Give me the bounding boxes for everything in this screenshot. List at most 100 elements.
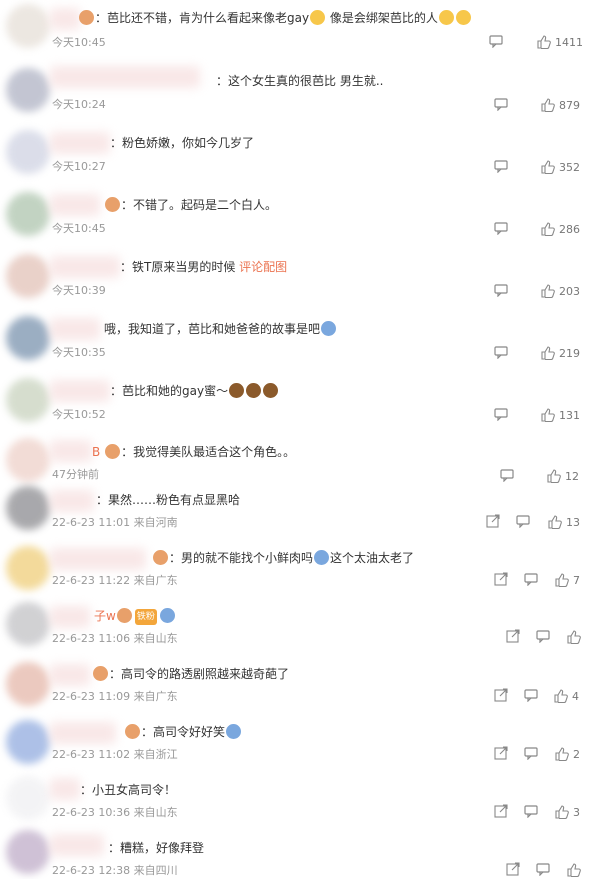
comment-text: B ：我觉得美队最适合这个角色。。 — [92, 444, 296, 459]
share-button[interactable] — [494, 572, 508, 586]
avatar[interactable] — [6, 662, 50, 706]
comment-image-link[interactable]: 评论配图 — [239, 260, 287, 274]
reply-button[interactable] — [524, 746, 538, 760]
comment-bubble-icon — [494, 345, 508, 359]
avatar[interactable] — [6, 486, 50, 530]
username-blurred[interactable] — [50, 490, 94, 512]
comment-bubble-icon — [524, 688, 538, 702]
username-blurred[interactable] — [50, 778, 80, 800]
like-button[interactable]: 2 — [555, 747, 580, 761]
share-button[interactable] — [506, 862, 520, 876]
avatar[interactable] — [6, 4, 50, 48]
like-button[interactable] — [567, 863, 581, 877]
comment-bubble-icon — [500, 468, 514, 482]
username-blurred[interactable] — [50, 606, 90, 628]
comment-row: ：高司令的路透剧照越来越奇葩了 22-6-23 11:09 来自广东 4 — [0, 656, 600, 714]
username-blurred[interactable] — [50, 548, 146, 570]
comment-bubble-icon — [494, 283, 508, 297]
username-blurred[interactable] — [50, 834, 104, 856]
username-blurred[interactable] — [50, 8, 80, 30]
like-button[interactable]: 352 — [541, 160, 580, 174]
username-blurred[interactable] — [50, 194, 100, 216]
share-button[interactable] — [494, 746, 508, 760]
like-count: 352 — [559, 160, 580, 174]
username-blurred[interactable] — [50, 256, 120, 278]
reply-button[interactable] — [524, 688, 538, 702]
reply-button[interactable] — [494, 407, 508, 421]
username-blurred[interactable] — [50, 66, 200, 88]
like-button[interactable]: 286 — [541, 222, 580, 236]
avatar[interactable] — [6, 254, 50, 298]
reply-button[interactable] — [494, 345, 508, 359]
avatar[interactable] — [6, 130, 50, 174]
avatar[interactable] — [6, 316, 50, 360]
avatar[interactable] — [6, 378, 50, 422]
reply-button[interactable] — [494, 97, 508, 111]
comment-row: 哦，我知道了，芭比和她爸爸的故事是吧 今天10:35 219 — [0, 310, 600, 372]
reply-button[interactable] — [489, 34, 503, 48]
thumbs-up-icon — [567, 630, 581, 644]
avatar[interactable] — [6, 720, 50, 764]
share-button[interactable] — [486, 514, 500, 528]
reply-button[interactable] — [494, 159, 508, 173]
comment-time: 今天10:27 — [52, 160, 106, 173]
fan-badge-icon — [105, 197, 120, 212]
comment-text: 哦，我知道了，芭比和她爸爸的故事是吧 — [104, 321, 337, 337]
reply-button[interactable] — [524, 572, 538, 586]
reply-button[interactable] — [516, 514, 530, 528]
thumbs-up-icon — [548, 515, 562, 529]
comment-row: 子w 铁粉 22-6-23 11:06 来自山东 — [0, 598, 600, 656]
reply-button[interactable] — [494, 221, 508, 235]
comment-bubble-icon — [524, 804, 538, 818]
reply-button[interactable] — [524, 804, 538, 818]
like-button[interactable]: 219 — [541, 346, 580, 360]
like-button[interactable] — [567, 630, 581, 644]
share-button[interactable] — [506, 629, 520, 643]
avatar[interactable] — [6, 776, 50, 820]
share-button[interactable] — [494, 688, 508, 702]
username-blurred[interactable] — [50, 722, 116, 744]
username-blurred[interactable] — [50, 440, 92, 462]
like-button[interactable]: 1411 — [537, 35, 583, 49]
thumbs-up-icon — [537, 35, 551, 49]
comment-text: ：糟糕，好像拜登 — [108, 841, 205, 855]
comment-row: ：果然……粉色有点显黑哈 22-6-23 11:01 来自河南 13 — [0, 484, 600, 540]
comment-time: 22-6-23 11:02 来自浙江 — [52, 748, 178, 761]
like-count: 219 — [559, 346, 580, 360]
like-button[interactable]: 3 — [555, 805, 580, 819]
comment-bubble-icon — [494, 221, 508, 235]
username-blurred[interactable] — [50, 664, 90, 686]
avatar[interactable] — [6, 68, 50, 112]
avatar[interactable] — [6, 438, 50, 482]
reply-button[interactable] — [494, 283, 508, 297]
comment-time: 22-6-23 10:36 来自山东 — [52, 806, 178, 819]
avatar[interactable] — [6, 830, 50, 874]
username-blurred[interactable] — [50, 132, 110, 154]
like-button[interactable]: 7 — [555, 573, 580, 587]
comment-bubble-icon — [524, 746, 538, 760]
like-button[interactable]: 879 — [541, 98, 580, 112]
comment-text: ：果然……粉色有点显黑哈 — [96, 493, 241, 507]
reply-button[interactable] — [500, 468, 514, 482]
like-button[interactable]: 4 — [554, 689, 579, 703]
username-blurred[interactable] — [50, 380, 110, 402]
reply-button[interactable] — [536, 862, 550, 876]
username-blurred[interactable] — [50, 318, 100, 340]
share-button[interactable] — [494, 804, 508, 818]
reply-button[interactable] — [536, 629, 550, 643]
avatar[interactable] — [6, 546, 50, 590]
fan-level-badge: 铁粉 — [134, 609, 157, 625]
avatar[interactable] — [6, 602, 50, 646]
like-button[interactable]: 203 — [541, 284, 580, 298]
comment-bubble-icon — [494, 159, 508, 173]
comment-row: ：铁T原来当男的时候 评论配图 今天10:39 203 — [0, 248, 600, 310]
like-button[interactable]: 12 — [547, 469, 579, 483]
like-count: 13 — [566, 515, 580, 529]
like-button[interactable]: 131 — [541, 408, 580, 422]
avatar[interactable] — [6, 192, 50, 236]
fan-badge-icon — [116, 608, 132, 623]
comment-text: ：男的就不能找个小鲜肉吗 这个太油太老了 — [152, 550, 414, 566]
comment-text: ：小丑女高司令！ — [80, 783, 177, 797]
comment-bubble-icon — [536, 862, 550, 876]
like-button[interactable]: 13 — [548, 515, 580, 529]
